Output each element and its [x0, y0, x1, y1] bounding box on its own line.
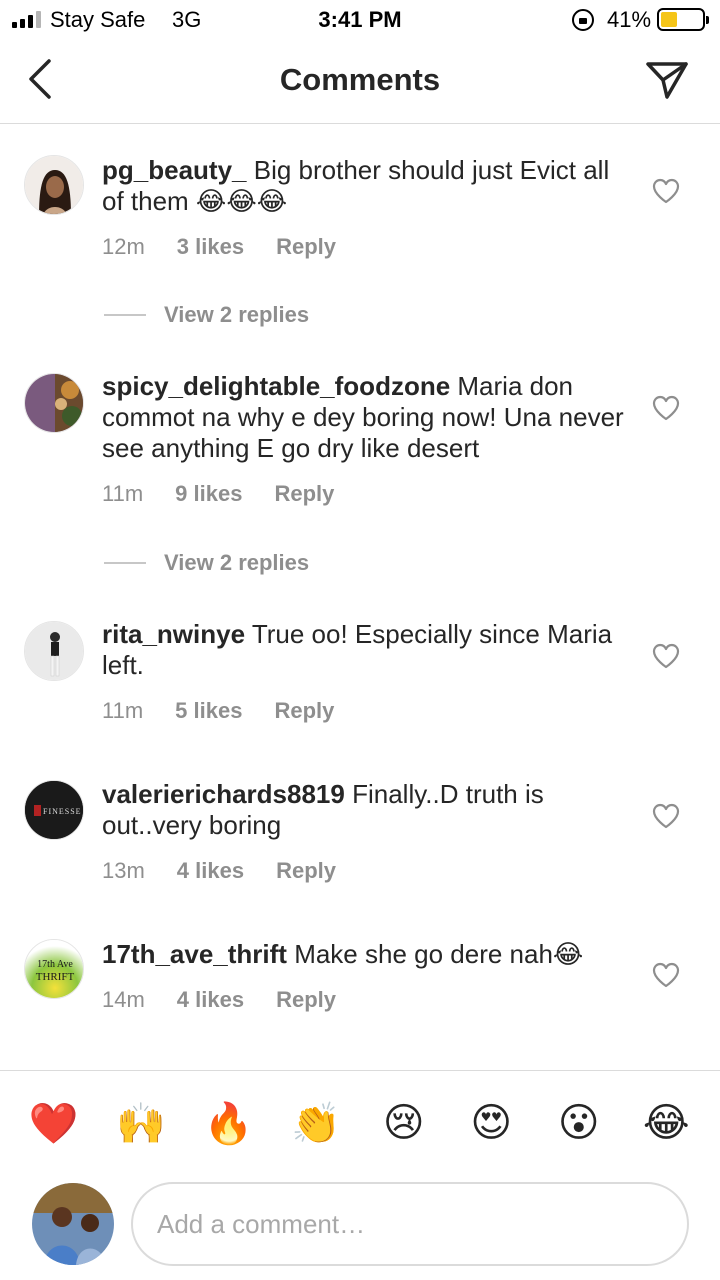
paper-plane-icon: [646, 62, 688, 99]
comment-username[interactable]: pg_beauty_: [102, 155, 247, 185]
avatar-text: FINESSE: [43, 807, 82, 816]
heart-eyes-emoji-button[interactable]: 😍: [461, 1093, 521, 1153]
comment-time: 13m: [102, 858, 145, 883]
share-button[interactable]: [640, 54, 694, 106]
battery-percent: 41%: [607, 7, 652, 32]
comment-body: Make she go dere nah😂: [286, 939, 584, 969]
laughing-emoji-button[interactable]: 😂: [636, 1093, 696, 1153]
comments-header: Comments: [0, 40, 720, 124]
comment-time: 11m: [102, 698, 144, 723]
comment-username[interactable]: 17th_ave_thrift: [102, 939, 287, 969]
avatar[interactable]: [24, 155, 84, 215]
clapping-emoji-button[interactable]: 👏: [286, 1093, 346, 1153]
comment-username[interactable]: valerierichards8819: [102, 779, 345, 809]
comment-input[interactable]: [131, 1182, 689, 1266]
page-title: Comments: [279, 62, 441, 97]
view-replies-label: View 2 replies: [164, 302, 310, 327]
comment-meta: 14m 4 likes Reply: [102, 987, 336, 1013]
comment-time: 12m: [102, 234, 145, 259]
comment-time: 14m: [102, 987, 145, 1012]
comment-likes[interactable]: 4 likes: [177, 987, 244, 1013]
reply-button[interactable]: Reply: [274, 698, 334, 724]
reply-button[interactable]: Reply: [276, 234, 336, 260]
heart-emoji-button[interactable]: ❤️: [24, 1093, 84, 1153]
comment-likes[interactable]: 3 likes: [177, 234, 244, 260]
heart-icon[interactable]: [652, 643, 680, 669]
heart-icon[interactable]: [652, 962, 680, 988]
comment-meta: 11m 9 likes Reply: [102, 481, 334, 507]
fire-emoji-button[interactable]: 🔥: [199, 1093, 259, 1153]
comment-username[interactable]: spicy_delightable_foodzone: [102, 371, 450, 401]
avatar[interactable]: FINESSE: [24, 780, 84, 840]
avatar[interactable]: [24, 621, 84, 681]
my-avatar: [32, 1183, 114, 1265]
comment-likes[interactable]: 4 likes: [177, 858, 244, 884]
comment-likes[interactable]: 5 likes: [175, 698, 242, 724]
orientation-lock-icon: [572, 9, 594, 31]
status-bar: Stay Safe 3G 3:41 PM 41%: [0, 0, 720, 40]
comment-meta: 12m 3 likes Reply: [102, 234, 336, 260]
comment-meta: 11m 5 likes Reply: [102, 698, 334, 724]
battery-icon: [657, 8, 709, 31]
comment-username[interactable]: rita_nwinye: [102, 619, 245, 649]
crying-emoji-button[interactable]: 😢: [374, 1093, 434, 1153]
view-replies-label: View 2 replies: [164, 550, 310, 575]
reply-button[interactable]: Reply: [276, 858, 336, 884]
heart-icon[interactable]: [652, 395, 680, 421]
heart-icon[interactable]: [652, 803, 680, 829]
comment-likes[interactable]: 9 likes: [175, 481, 242, 507]
avatar-text: 17th Ave: [37, 959, 73, 970]
reply-button[interactable]: Reply: [274, 481, 334, 507]
avatar[interactable]: 17th Ave THRIFT: [24, 939, 84, 999]
avatar[interactable]: [24, 373, 84, 433]
comment-composer: [0, 1175, 720, 1280]
emoji-reaction-bar: ❤️ 🙌 🔥 👏 😢 😍 😮 😂: [0, 1070, 720, 1175]
view-replies-button[interactable]: View 2 replies: [104, 295, 504, 335]
reply-button[interactable]: Reply: [276, 987, 336, 1013]
surprised-emoji-button[interactable]: 😮: [549, 1093, 609, 1153]
comment-meta: 13m 4 likes Reply: [102, 858, 336, 884]
heart-icon[interactable]: [652, 178, 680, 204]
raised-hands-emoji-button[interactable]: 🙌: [111, 1093, 171, 1153]
comments-list[interactable]: pg_beauty_ Big brother should just Evict…: [0, 125, 720, 1070]
view-replies-button[interactable]: View 2 replies: [104, 543, 504, 583]
comment-time: 11m: [102, 481, 144, 506]
avatar-text: THRIFT: [36, 971, 75, 983]
